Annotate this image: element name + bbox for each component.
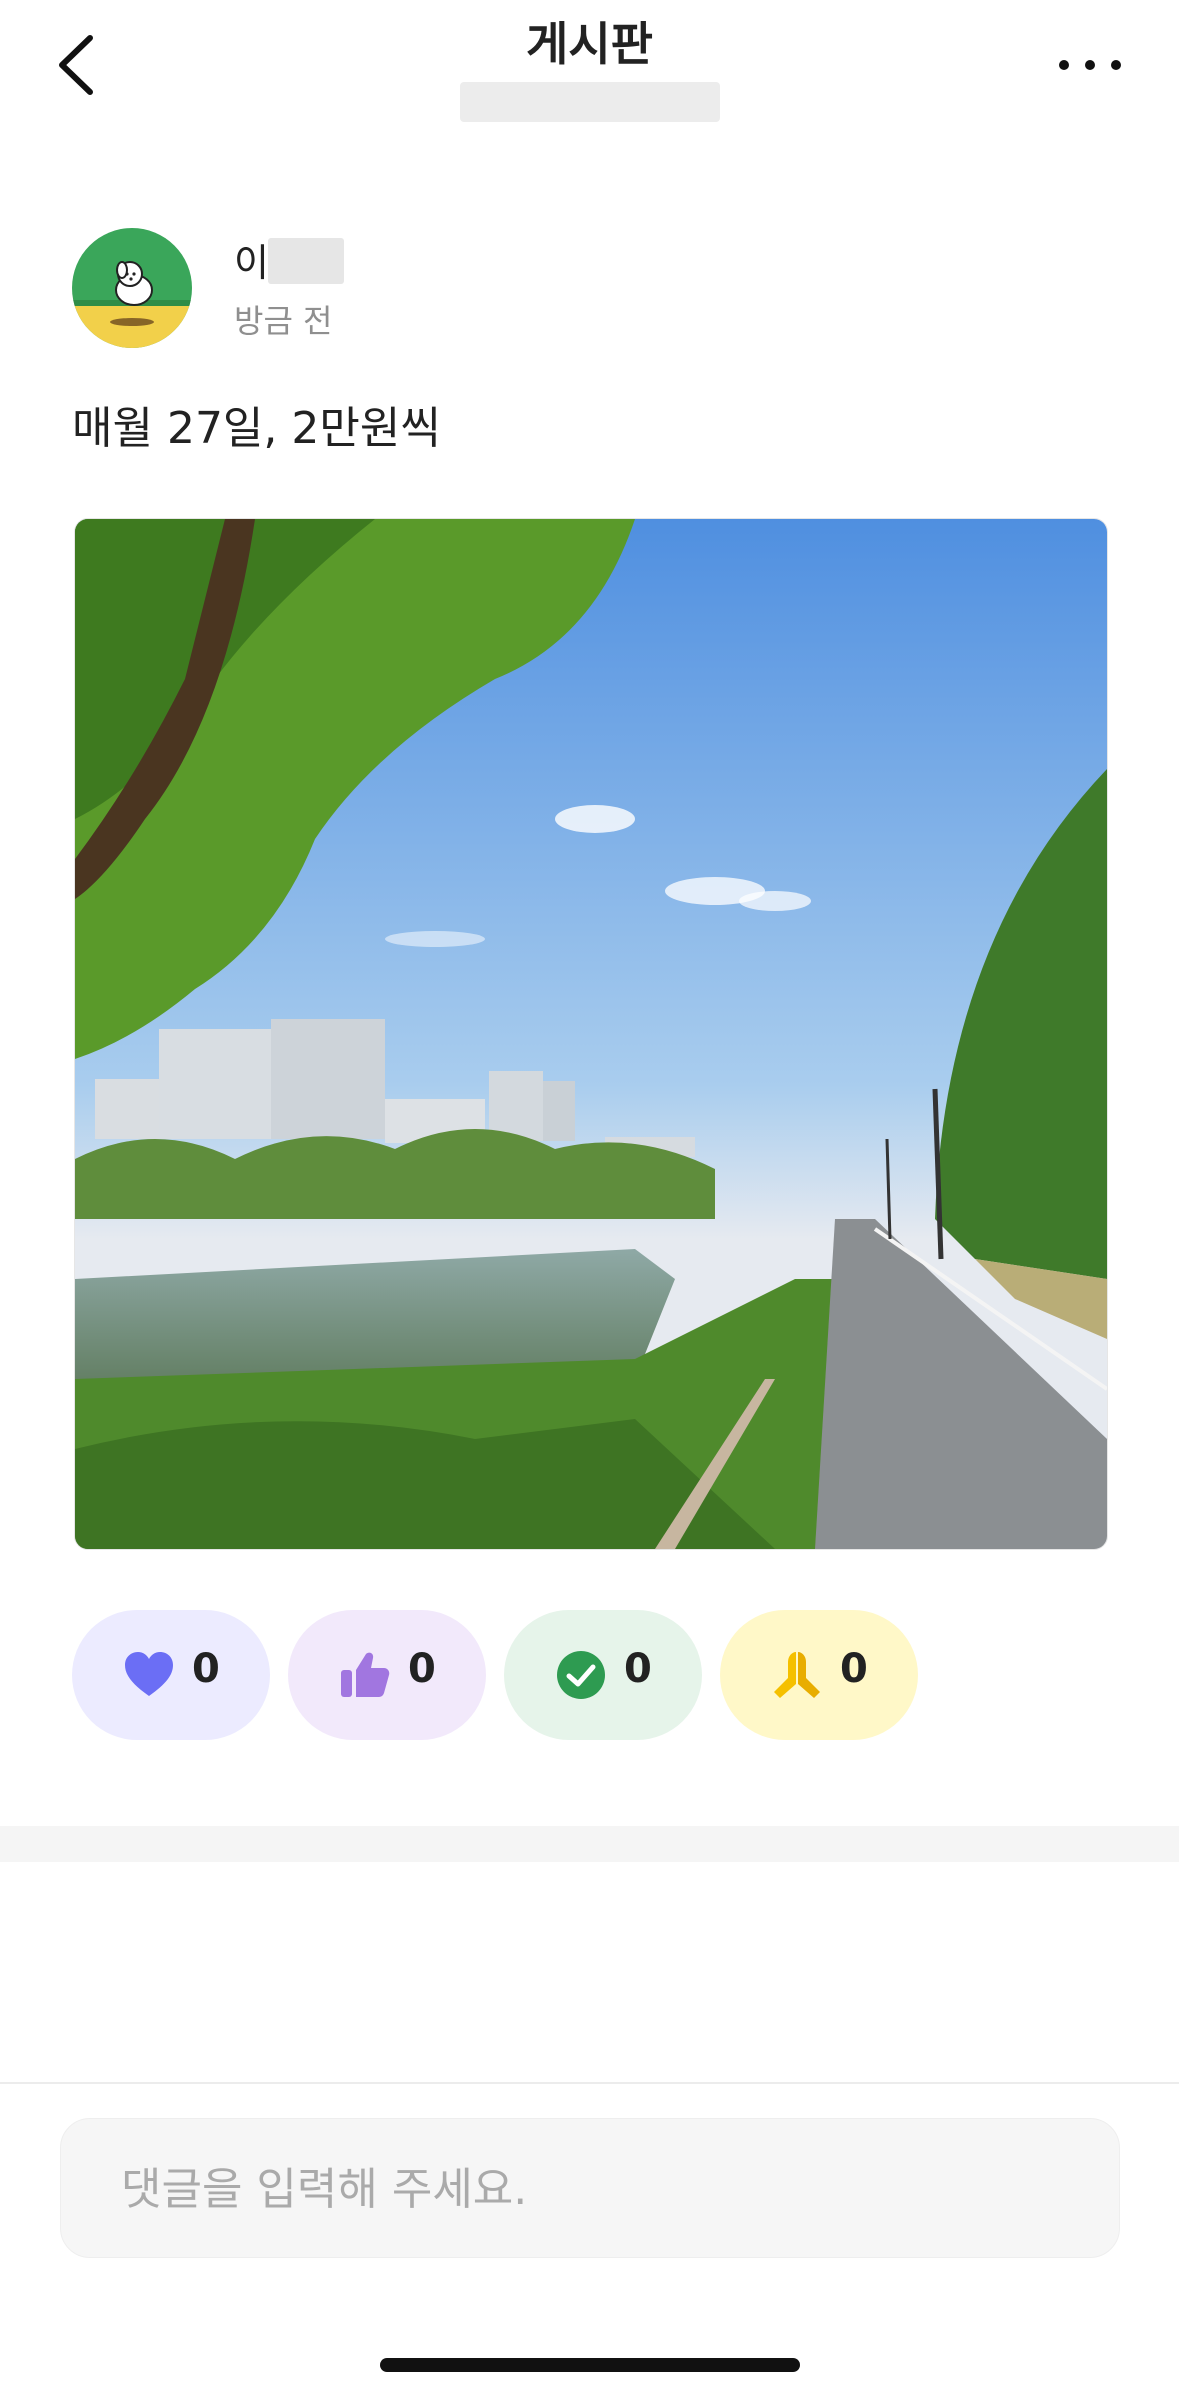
praying-hands-icon xyxy=(774,1652,820,1698)
post-body: 매월 27일, 2만원씩 xyxy=(72,403,441,454)
reaction-heart-button[interactable]: 0 xyxy=(72,1610,270,1740)
reaction-pray-button[interactable]: 0 xyxy=(720,1610,918,1740)
author-name: 이 xyxy=(234,241,269,285)
section-divider xyxy=(0,1826,1179,1862)
comment-box xyxy=(60,2118,1120,2259)
thumbs-up-icon xyxy=(341,1652,390,1697)
more-horizontal-icon xyxy=(1059,60,1121,70)
avatar[interactable] xyxy=(72,228,192,348)
reaction-count: 0 xyxy=(192,1646,220,1692)
check-circle-icon xyxy=(557,1651,605,1699)
reaction-thumbs-up-button[interactable]: 0 xyxy=(288,1610,486,1740)
post-time: 방금 전 xyxy=(234,302,333,340)
more-button[interactable] xyxy=(1050,50,1130,80)
top-bar: 게시판 xyxy=(0,0,1179,150)
reaction-count: 0 xyxy=(840,1646,868,1692)
heart-icon xyxy=(125,1652,173,1696)
input-divider xyxy=(0,2082,1179,2084)
riverside-park-photo xyxy=(75,519,1107,1549)
reaction-count: 0 xyxy=(624,1646,652,1692)
redacted-subtitle xyxy=(460,82,720,122)
redacted-author-name xyxy=(268,238,344,284)
page-title: 게시판 xyxy=(526,17,653,71)
post-image[interactable] xyxy=(74,518,1108,1550)
comment-input[interactable] xyxy=(119,2119,1083,2259)
reaction-check-button[interactable]: 0 xyxy=(504,1610,702,1740)
dog-avatar-illustration xyxy=(72,228,192,348)
reaction-count: 0 xyxy=(408,1646,436,1692)
home-indicator xyxy=(380,2358,800,2372)
